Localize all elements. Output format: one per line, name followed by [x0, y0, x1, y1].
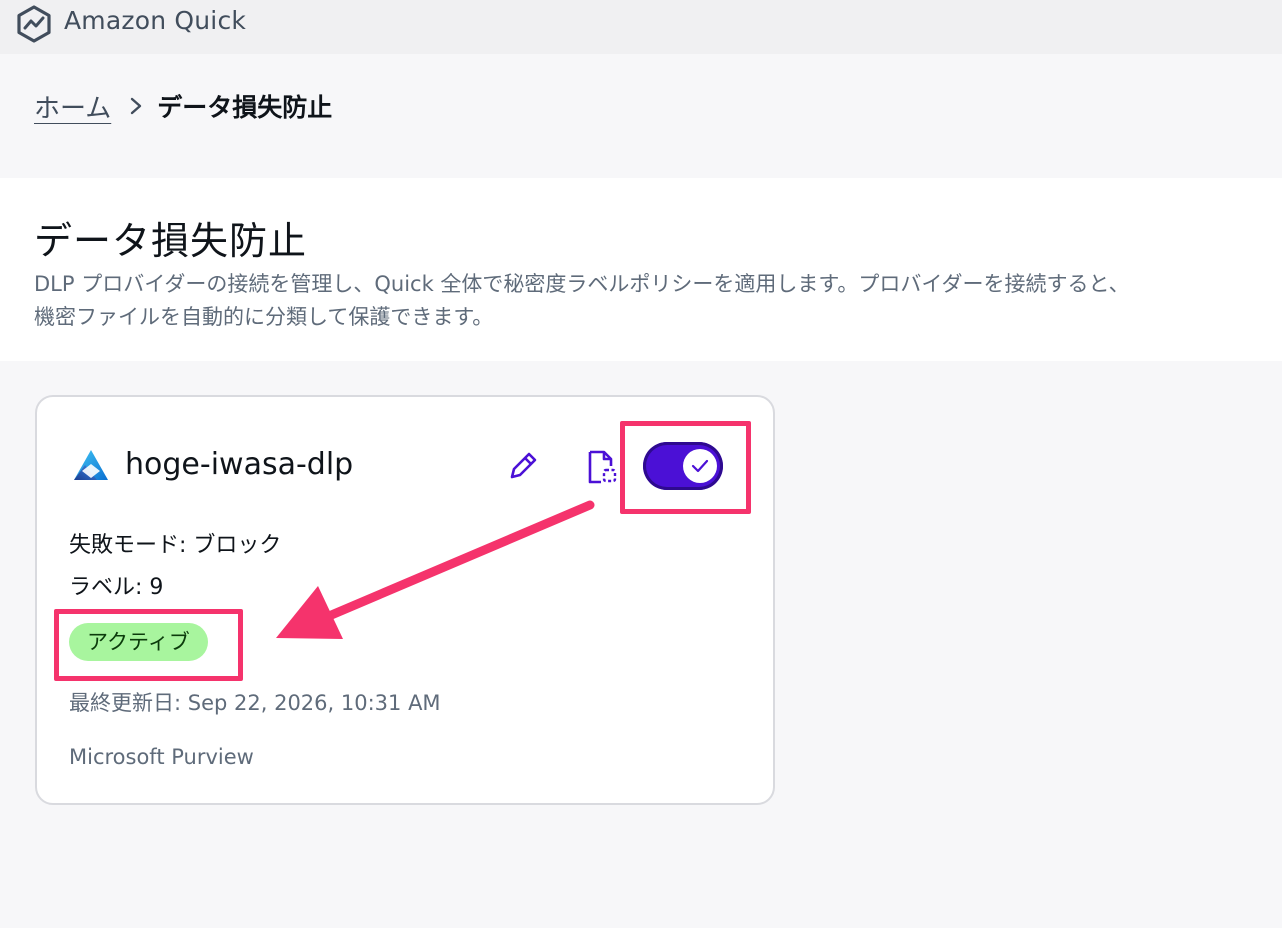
- app-title: Amazon Quick: [64, 6, 247, 35]
- last-updated: 最終更新日: Sep 22, 2026, 10:31 AM: [69, 691, 441, 715]
- provider-name: hoge-iwasa-dlp: [125, 447, 354, 482]
- breadcrumb-current: データ損失防止: [157, 93, 333, 122]
- provider-type: Microsoft Purview: [69, 745, 254, 769]
- chevron-right-icon: [131, 97, 142, 115]
- annotation-box-toggle: [620, 421, 751, 514]
- page-description: DLP プロバイダーの接続を管理し、Quick 全体で秘密度ラベルポリシーを適用…: [34, 272, 1130, 329]
- label-count: ラベル: 9: [69, 575, 164, 600]
- hexagon-chart-logo-icon[interactable]: [16, 4, 52, 44]
- failure-mode: 失敗モード: ブロック: [69, 533, 282, 558]
- document-icon[interactable]: [585, 448, 619, 486]
- pencil-icon[interactable]: [505, 448, 541, 484]
- breadcrumb: ホーム データ損失防止: [34, 88, 332, 124]
- microsoft-purview-logo-icon: [74, 450, 108, 480]
- page-title: データ損失防止: [34, 219, 308, 263]
- page-header: データ損失防止 DLP プロバイダーの接続を管理し、Quick 全体で秘密度ラベ…: [0, 178, 1282, 361]
- top-bar: Amazon Quick: [0, 0, 1282, 54]
- breadcrumb-home-link[interactable]: ホーム: [34, 88, 111, 125]
- annotation-box-status: [54, 609, 243, 681]
